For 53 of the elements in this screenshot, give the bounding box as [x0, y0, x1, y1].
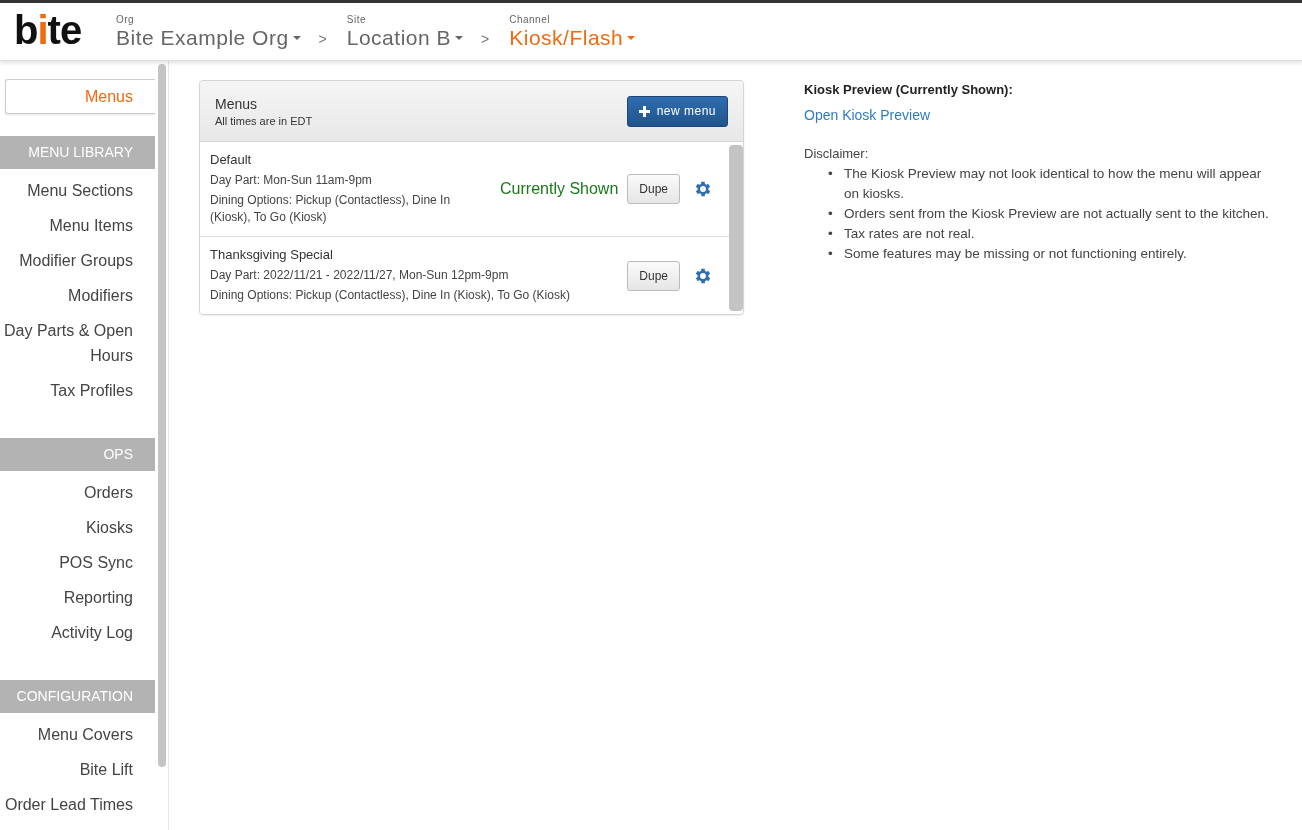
breadcrumb-dropdown[interactable]: Bite Example Org [116, 25, 301, 50]
plus-icon [638, 105, 650, 117]
panel-title: Menus [215, 95, 259, 112]
dupe-button[interactable]: Dupe [627, 260, 680, 291]
bite-logo: bite [14, 9, 83, 50]
scrollbar-thumb[interactable] [729, 145, 743, 311]
menu-status: Currently Shown [500, 180, 619, 198]
sidebar-item[interactable]: Tax Profiles [0, 373, 155, 408]
sidebar-item[interactable]: POS Sync [0, 545, 155, 580]
sidebar-item[interactable]: Kiosks [0, 510, 155, 545]
sidebar-item[interactable]: Reporting [0, 580, 155, 615]
sidebar-item[interactable]: Order Lead Times [0, 787, 155, 822]
bullet-mark: • [828, 245, 834, 263]
bullet-mark: • [828, 225, 834, 243]
breadcrumb-caption: Channel [509, 13, 550, 25]
disclaimer-item: Some features may be missing or not functioning entirely. [844, 245, 1188, 263]
disclaimer-item: Tax rates are not real. [844, 225, 976, 243]
sidebar-section-header: CONFIGURATION [0, 680, 155, 713]
sidebar-item[interactable]: Bite Lift [0, 752, 155, 787]
panel-subtitle: All times are in EDT [215, 114, 313, 127]
sidebar-section-header: OPS [0, 438, 155, 471]
breadcrumb-dropdown[interactable]: Location B [346, 25, 463, 50]
preview-title: Kiosk Preview (Currently Shown): [804, 82, 1014, 97]
sidebar-section-header: MENU LIBRARY [0, 136, 155, 169]
sidebar-item[interactable]: Menu Items [0, 208, 155, 243]
menu-dining-options: Dining Options: Pickup (Contactless), Dine In (Kiosk), To Go (Kiosk) [210, 287, 628, 304]
sidebar-item[interactable]: Orders [0, 475, 155, 510]
open-preview-link[interactable]: Open Kiosk Preview [804, 107, 931, 123]
menu-day-part: Day Part: Mon-Sun 11am-9pm [210, 172, 373, 189]
settings-button[interactable] [693, 179, 713, 199]
bullet-mark: • [828, 205, 834, 223]
breadcrumb-separator: > [318, 30, 327, 47]
breadcrumb-caption: Org [116, 13, 135, 25]
menu-name: Default [210, 152, 253, 167]
breadcrumb-separator: > [481, 30, 490, 47]
menu-name: Thanksgiving Special [210, 247, 334, 262]
sidebar-item[interactable]: Menu Sections [0, 173, 155, 208]
sidebar-item[interactable]: Modifiers [0, 278, 155, 313]
menu-day-part: Day Part: 2022/11/21 - 2022/11/27, Mon-Sun 12pm-9pm [210, 267, 510, 284]
bullet-mark: • [828, 165, 834, 183]
disclaimer-item: The Kiosk Preview may not look identical to how the menu will appear on kiosks. [844, 165, 1263, 203]
sidebar-item[interactable]: Modifier Groups [0, 243, 155, 278]
dupe-button[interactable]: Dupe [627, 174, 680, 204]
scrollbar-thumb[interactable] [157, 64, 166, 767]
sidebar-item[interactable]: Day Parts & Open Hours [0, 313, 155, 373]
sidebar-item[interactable]: Activity Log [0, 615, 155, 650]
sidebar-item[interactable]: Menu Covers [0, 717, 155, 752]
disclaimer-heading: Disclaimer: [804, 146, 870, 161]
breadcrumb-caption: Site [346, 13, 366, 25]
menu-dining-options: Dining Options: Pickup (Contactless), Dine In (Kiosk), To Go (Kiosk) [210, 192, 482, 226]
disclaimer-item: Orders sent from the Kiosk Preview are not actually sent to the kitchen. [844, 205, 1270, 223]
settings-icon [693, 179, 713, 199]
new-menu-button[interactable]: new menu [626, 95, 728, 127]
